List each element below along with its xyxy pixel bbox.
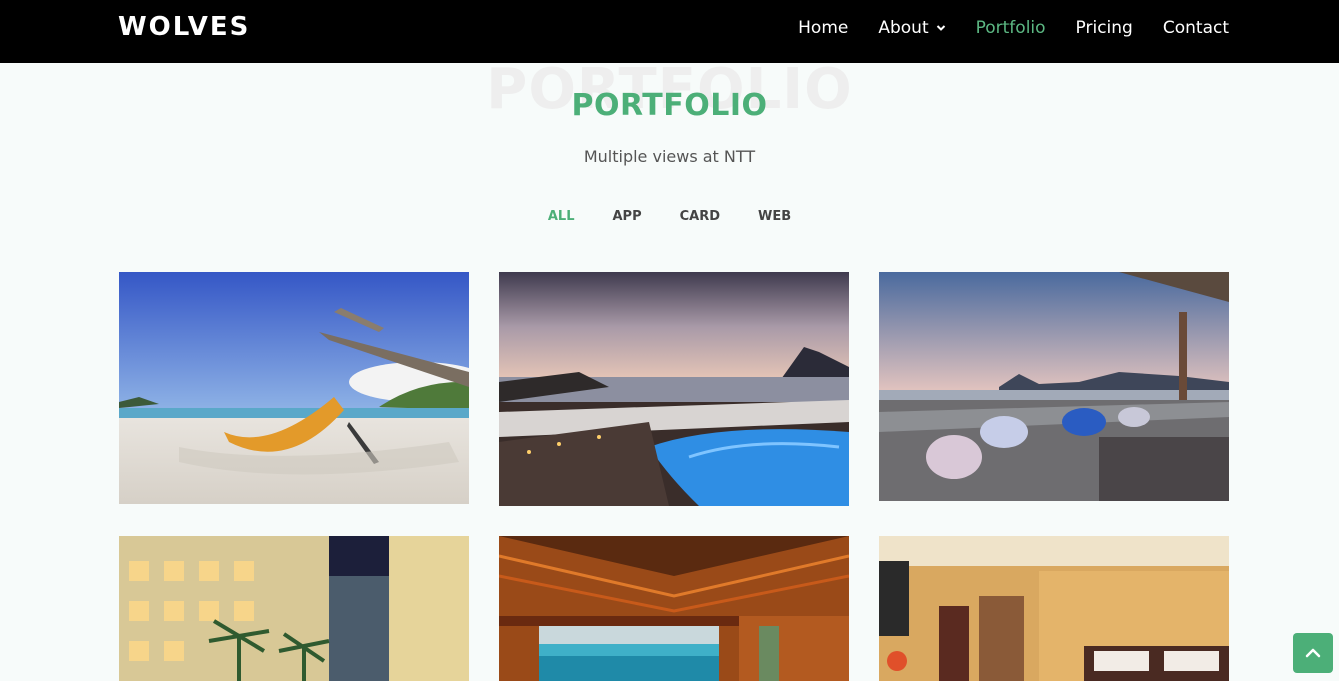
filter-app[interactable]: APP xyxy=(593,209,660,224)
main-nav: Home About Portfolio Pricing Contact xyxy=(798,0,1229,56)
section-title: PORTFOLIO xyxy=(571,88,768,123)
filter-web[interactable]: WEB xyxy=(739,209,810,224)
nav-about-label: About xyxy=(878,18,929,38)
portfolio-item-bamboo-pavilion[interactable] xyxy=(499,536,849,681)
nav-about[interactable]: About xyxy=(878,18,945,38)
portfolio-item-hotel-courtyard[interactable] xyxy=(119,536,469,681)
nav-home-label: Home xyxy=(798,18,849,38)
scroll-top-button[interactable] xyxy=(1293,633,1333,673)
filter-card[interactable]: CARD xyxy=(661,209,739,224)
arrow-up-icon xyxy=(1305,648,1321,658)
nav-pricing[interactable]: Pricing xyxy=(1076,18,1133,38)
hotel-room-photo xyxy=(879,536,1229,681)
section-subtitle: Multiple views at NTT xyxy=(583,147,756,166)
portfolio-item-beach-hammock[interactable] xyxy=(119,272,469,504)
portfolio-item-rooftop-beanbags[interactable] xyxy=(879,272,1229,501)
rooftop-beanbags-photo xyxy=(879,272,1229,501)
site-header: WOLVES Home About Portfolio Pricing Cont… xyxy=(0,0,1339,63)
site-logo[interactable]: WOLVES xyxy=(118,12,250,42)
nav-home[interactable]: Home xyxy=(798,18,848,38)
chevron-down-icon xyxy=(936,25,945,31)
filter-all[interactable]: ALL xyxy=(529,209,594,224)
portfolio-item-hotel-room[interactable] xyxy=(879,536,1229,681)
nav-contact[interactable]: Contact xyxy=(1163,18,1229,38)
portfolio-filters: ALL APP CARD WEB xyxy=(0,209,1339,224)
pool-sunset-photo xyxy=(499,272,849,506)
bamboo-pavilion-photo xyxy=(499,536,849,681)
beach-hammock-photo xyxy=(119,272,469,504)
nav-pricing-label: Pricing xyxy=(1075,18,1133,38)
nav-contact-label: Contact xyxy=(1162,18,1229,38)
nav-portfolio[interactable]: Portfolio xyxy=(976,18,1046,38)
nav-portfolio-label: Portfolio xyxy=(975,18,1046,38)
hotel-courtyard-photo xyxy=(119,536,469,681)
portfolio-item-pool-sunset[interactable] xyxy=(499,272,849,506)
